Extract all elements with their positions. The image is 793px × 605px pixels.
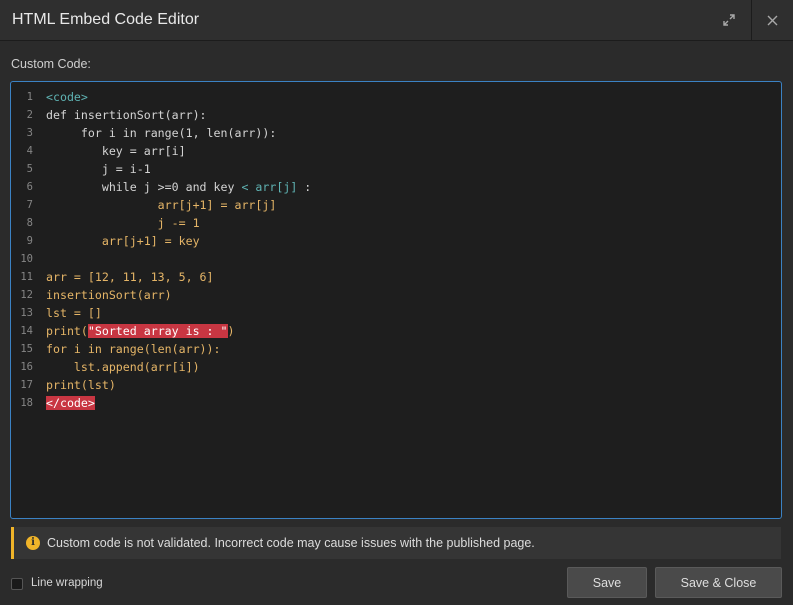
code-text: j = i-1 [46,160,151,178]
line-number: 10 [20,253,33,265]
title-bar: HTML Embed Code Editor [0,0,793,41]
code-line[interactable]: 17 print(lst) [11,376,781,394]
code-line[interactable]: 11 arr = [12, 11, 13, 5, 6] [11,268,781,286]
line-number: 6 [26,181,33,193]
code-token: while j >=0 and key [46,180,242,194]
code-token: : [297,180,312,194]
code-token: def insertionSort(arr): [46,108,207,122]
line-number: 1 [26,91,33,103]
code-text: arr[j+1] = arr[j] [46,196,277,214]
code-token: lst.append(arr[i]) [46,360,200,374]
code-token: arr = [12, 11, 13, 5, 6] [46,270,214,284]
code-text: key = arr[i] [46,142,186,160]
save-and-close-button[interactable]: Save & Close [655,567,782,598]
save-button[interactable]: Save [567,567,647,598]
line-number: 9 [26,235,33,247]
code-line[interactable]: 6 while j >=0 and key < arr[j] : [11,178,781,196]
line-number: 4 [26,145,33,157]
code-line[interactable]: 15 for i in range(len(arr)): [11,340,781,358]
code-line[interactable]: 3 for i in range(1, len(arr)): [11,124,781,142]
line-number: 5 [26,163,33,175]
code-text: insertionSort(arr) [46,286,172,304]
code-line[interactable]: 2 def insertionSort(arr): [11,106,781,124]
code-line[interactable]: 8 j -= 1 [11,214,781,232]
code-line[interactable]: 16 lst.append(arr[i]) [11,358,781,376]
code-text: </code> [46,394,95,412]
line-number: 17 [20,379,33,391]
code-token: arr[j+1] = key [46,234,200,248]
code-line[interactable]: 13 lst = [] [11,304,781,322]
code-token: print(lst) [46,378,116,392]
validation-warning: i Custom code is not validated. Incorrec… [11,527,781,559]
code-token: for i in range(1, len(arr)): [46,126,277,140]
code-line[interactable]: 18 </code> [11,394,781,412]
code-token: insertionSort(arr) [46,288,172,302]
code-line[interactable]: 7 arr[j+1] = arr[j] [11,196,781,214]
line-wrapping-checkbox[interactable] [11,578,23,590]
line-number: 7 [26,199,33,211]
code-token: j = i-1 [46,162,151,176]
code-text: j -= 1 [46,214,200,232]
code-line[interactable]: 1 <code> [11,88,781,106]
close-icon [767,15,778,25]
code-token: key = arr[i] [46,144,186,158]
code-lines: 1 <code> 2 def insertionSort(arr): 3 for i i… [11,88,781,412]
expand-arrows-icon [723,14,735,26]
code-line[interactable]: 10 [11,250,781,268]
code-text: lst.append(arr[i]) [46,358,200,376]
code-token: ) [227,324,235,338]
line-number: 11 [20,271,33,283]
line-number: 18 [20,397,33,409]
line-number: 12 [20,289,33,301]
warning-text: Custom code is not validated. Incorrect … [47,536,535,550]
code-token: < arr[j] [241,180,298,194]
code-line[interactable]: 9 arr[j+1] = key [11,232,781,250]
code-line[interactable]: 4 key = arr[i] [11,142,781,160]
code-text: def insertionSort(arr): [46,106,207,124]
code-line[interactable]: 12 insertionSort(arr) [11,286,781,304]
code-token: </code> [46,396,95,410]
code-token: for i in range(len(arr)): [46,342,221,356]
code-line[interactable]: 14 print("Sorted array is : ") [11,322,781,340]
window-title: HTML Embed Code Editor [12,11,200,28]
code-line[interactable]: 5 j = i-1 [11,160,781,178]
line-wrapping-label[interactable]: Line wrapping [31,577,103,589]
line-number: 15 [20,343,33,355]
close-button[interactable] [751,0,793,40]
code-token: <code> [46,90,88,104]
code-text: lst = [] [46,304,102,322]
line-number: 8 [26,217,33,229]
code-token: lst = [] [46,306,102,320]
line-number: 16 [20,361,33,373]
code-text: for i in range(len(arr)): [46,340,221,358]
line-number: 3 [26,127,33,139]
code-text: arr[j+1] = key [46,232,200,250]
info-icon: i [26,536,40,550]
code-text: arr = [12, 11, 13, 5, 6] [46,268,214,286]
code-text: print(lst) [46,376,116,394]
code-token: print( [46,324,88,338]
line-number: 2 [26,109,33,121]
code-editor[interactable]: 1 <code> 2 def insertionSort(arr): 3 for i i… [10,81,782,519]
line-number: 13 [20,307,33,319]
line-number: 14 [20,325,33,337]
code-text: while j >=0 and key < arr[j] : [46,178,311,196]
expand-button[interactable] [708,0,750,40]
code-text: <code> [46,88,88,106]
custom-code-label: Custom Code: [11,57,91,71]
code-token: "Sorted array is : " [87,324,228,338]
code-token: arr[j+1] = arr[j] [46,198,277,212]
code-text: print("Sorted array is : ") [46,322,234,340]
code-text: for i in range(1, len(arr)): [46,124,276,142]
code-token: j -= 1 [46,216,200,230]
